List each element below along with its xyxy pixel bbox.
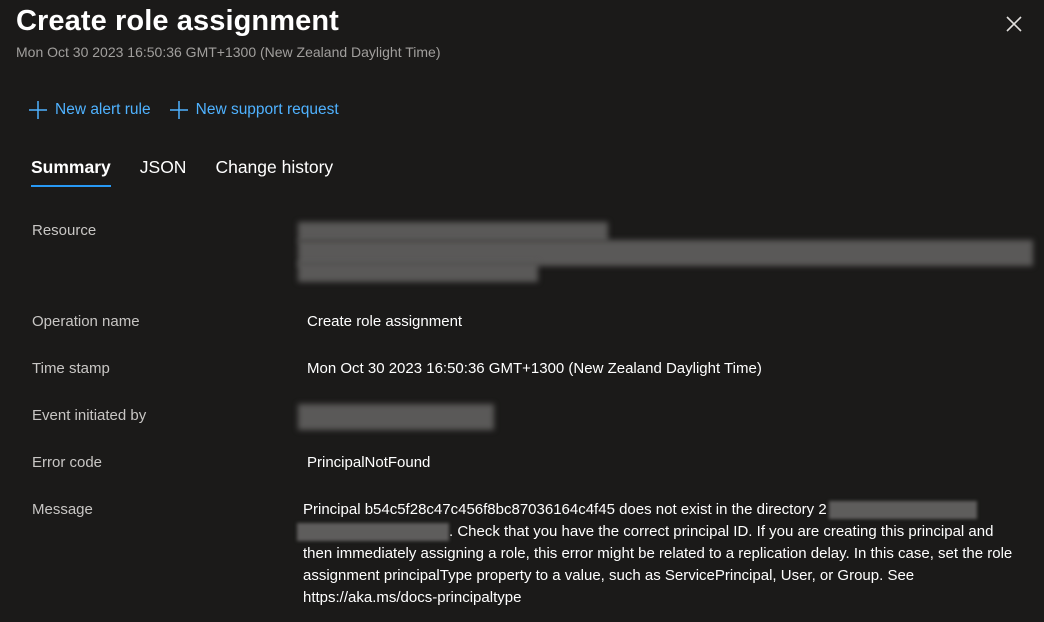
tab-change-history[interactable]: Change history	[215, 157, 333, 187]
redaction-block	[298, 222, 608, 242]
resource-label: Resource	[32, 222, 97, 239]
new-support-request-label: New support request	[195, 101, 339, 118]
message-label: Message	[32, 501, 93, 518]
new-alert-rule-label: New alert rule	[55, 101, 151, 118]
tab-summary[interactable]: Summary	[31, 157, 111, 187]
error-code-value: PrincipalNotFound	[307, 454, 431, 471]
tab-list: Summary JSON Change history	[31, 157, 333, 187]
time-stamp-label: Time stamp	[32, 360, 110, 377]
error-code-label: Error code	[32, 454, 103, 471]
plus-icon	[29, 101, 47, 119]
redaction-block	[297, 523, 449, 542]
event-initiated-by-redacted	[298, 404, 494, 430]
operation-name-value: Create role assignment	[307, 313, 463, 330]
message-value: Principal b54c5f28c47c456f8bc87036164c4f…	[297, 499, 1025, 609]
new-alert-rule-button[interactable]: New alert rule	[28, 100, 151, 120]
panel-title: Create role assignment	[16, 5, 339, 37]
close-icon[interactable]	[1004, 14, 1024, 34]
event-initiated-by-label: Event initiated by	[32, 407, 147, 424]
panel-subtitle: Mon Oct 30 2023 16:50:36 GMT+1300 (New Z…	[16, 44, 441, 60]
tab-json[interactable]: JSON	[140, 157, 187, 187]
redaction-block	[298, 262, 538, 282]
activity-log-detail-panel: Create role assignment Mon Oct 30 2023 1…	[0, 0, 1044, 622]
command-bar: New alert rule New support request	[28, 100, 339, 120]
message-text-part1: Principal b54c5f28c47c456f8bc87036164c4f…	[303, 501, 827, 518]
time-stamp-value: Mon Oct 30 2023 16:50:36 GMT+1300 (New Z…	[307, 360, 762, 377]
redaction-block	[828, 501, 977, 520]
new-support-request-button[interactable]: New support request	[169, 100, 339, 120]
plus-icon	[169, 101, 188, 119]
operation-name-label: Operation name	[32, 313, 140, 330]
